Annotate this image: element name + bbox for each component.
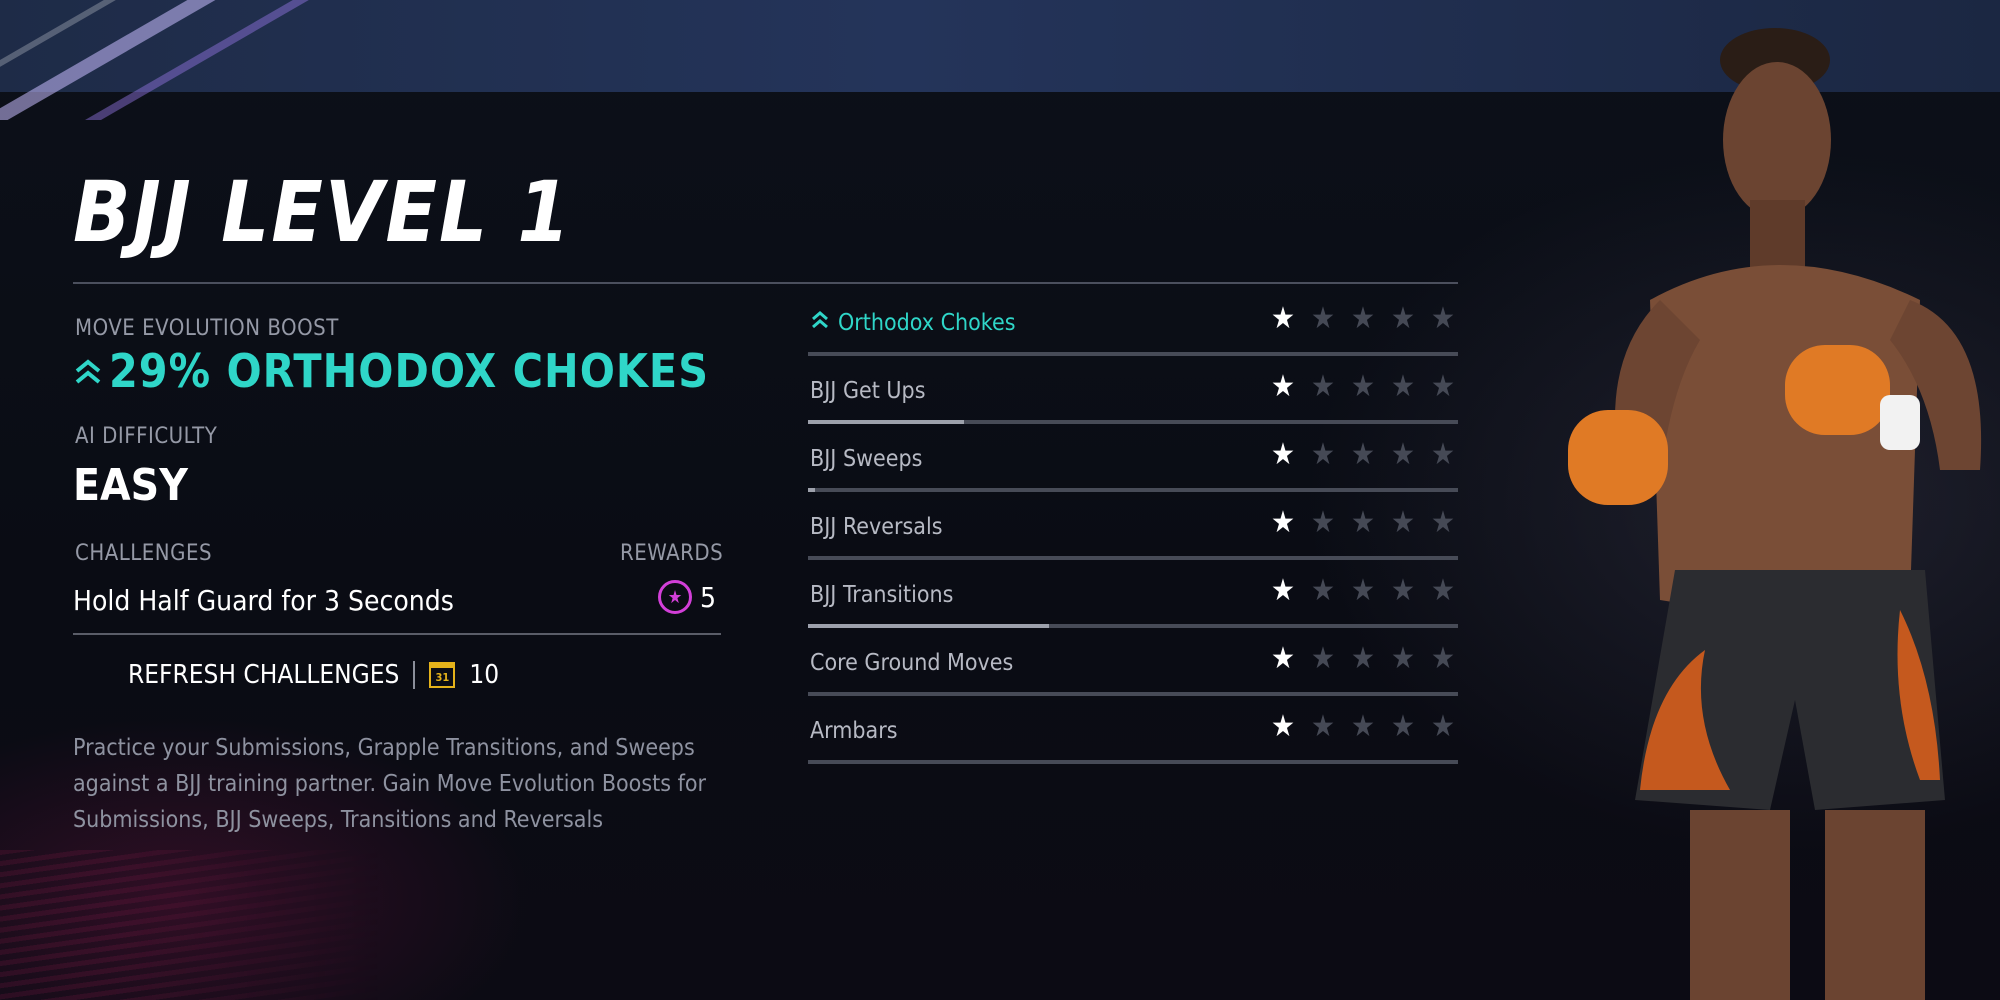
star-rating: ★ ★ ★ ★ ★ — [1268, 304, 1458, 334]
star-icon: ★ — [1310, 301, 1336, 336]
star-icon: ★ — [1390, 437, 1416, 472]
move-name-text: Orthodox Chokes — [838, 310, 1016, 336]
double-chevron-up-icon — [73, 344, 103, 398]
move-name: BJJ Sweeps — [810, 446, 922, 472]
star-icon: ★ — [1430, 573, 1456, 608]
star-icon: ★ — [1350, 709, 1376, 744]
star-icon: ★ — [1390, 505, 1416, 540]
move-row[interactable]: BJJ Transitions ★ ★ ★ ★ ★ — [808, 576, 1458, 650]
star-coin-icon: ★ — [658, 580, 692, 614]
star-icon: ★ — [1270, 301, 1296, 336]
star-rating: ★ ★ ★ ★ ★ — [1268, 644, 1458, 674]
move-row[interactable]: BJJ Reversals ★ ★ ★ ★ ★ — [808, 508, 1458, 582]
star-icon: ★ — [1350, 573, 1376, 608]
page-title: BJJ LEVEL 1 — [73, 163, 573, 261]
star-icon: ★ — [1310, 709, 1336, 744]
move-name: BJJ Get Ups — [810, 378, 925, 404]
decorative-streaks — [0, 0, 400, 120]
star-icon: ★ — [1310, 505, 1336, 540]
star-icon: ★ — [1350, 369, 1376, 404]
move-name-text: BJJ Get Ups — [810, 378, 926, 404]
move-row[interactable]: Orthodox Chokes ★ ★ ★ ★ ★ — [808, 304, 1458, 378]
star-icon: ★ — [1390, 573, 1416, 608]
progress-fill — [808, 488, 815, 492]
star-icon: ★ — [1270, 369, 1296, 404]
star-icon: ★ — [1270, 641, 1296, 676]
star-icon: ★ — [1350, 641, 1376, 676]
progress-track — [808, 420, 1458, 424]
mode-description: Practice your Submissions, Grapple Trans… — [73, 735, 707, 833]
progress-fill — [808, 624, 1049, 628]
move-name: Armbars — [810, 718, 898, 744]
star-icon: ★ — [1350, 301, 1376, 336]
star-icon: ★ — [1430, 505, 1456, 540]
star-rating: ★ ★ ★ ★ ★ — [1268, 712, 1458, 742]
reward-amount: 5 — [700, 580, 717, 614]
move-name-text: BJJ Reversals — [810, 514, 943, 540]
refresh-challenges-button[interactable]: REFRESH CHALLENGES 31 10 — [128, 660, 499, 690]
progress-track — [808, 352, 1458, 356]
star-icon: ★ — [1270, 709, 1296, 744]
star-rating: ★ ★ ★ ★ ★ — [1268, 440, 1458, 470]
star-icon: ★ — [1350, 505, 1376, 540]
star-rating: ★ ★ ★ ★ ★ — [1268, 508, 1458, 538]
move-row[interactable]: BJJ Get Ups ★ ★ ★ ★ ★ — [808, 372, 1458, 446]
refresh-label: REFRESH CHALLENGES — [128, 660, 400, 690]
move-name-text: BJJ Transitions — [810, 582, 954, 608]
star-icon: ★ — [1390, 641, 1416, 676]
star-icon: ★ — [1390, 301, 1416, 336]
star-icon: ★ — [1430, 369, 1456, 404]
move-row[interactable]: Armbars ★ ★ ★ ★ ★ — [808, 712, 1458, 786]
star-icon: ★ — [1310, 573, 1336, 608]
double-chevron-up-icon — [810, 310, 830, 336]
challenge-divider — [73, 633, 721, 635]
star-icon: ★ — [1390, 369, 1416, 404]
calendar-icon: 31 — [429, 662, 456, 688]
star-icon: ★ — [1270, 437, 1296, 472]
star-icon: ★ — [1430, 301, 1456, 336]
move-row[interactable]: Core Ground Moves ★ ★ ★ ★ ★ — [808, 644, 1458, 718]
move-row[interactable]: BJJ Sweeps ★ ★ ★ ★ ★ — [808, 440, 1458, 514]
star-icon: ★ — [1310, 369, 1336, 404]
star-icon: ★ — [1310, 437, 1336, 472]
decorative-stripes — [0, 850, 380, 1000]
challenges-label: CHALLENGES — [75, 541, 213, 566]
move-name: Orthodox Chokes — [810, 310, 1015, 336]
progress-track — [808, 692, 1458, 696]
progress-fill — [808, 420, 964, 424]
star-icon: ★ — [1390, 709, 1416, 744]
boost-label: MOVE EVOLUTION BOOST — [75, 316, 339, 341]
fighter-figure — [1568, 28, 1982, 1000]
star-icon: ★ — [1430, 641, 1456, 676]
star-icon: ★ — [1270, 505, 1296, 540]
difficulty-value: EASY — [73, 460, 188, 511]
star-icon: ★ — [1310, 641, 1336, 676]
move-name-text: BJJ Sweeps — [810, 446, 923, 472]
boost-text: 29% ORTHODOX CHOKES — [109, 344, 710, 398]
progress-track — [808, 556, 1458, 560]
star-rating: ★ ★ ★ ★ ★ — [1268, 372, 1458, 402]
star-icon: ★ — [1430, 709, 1456, 744]
star-rating: ★ ★ ★ ★ ★ — [1268, 576, 1458, 606]
move-name: BJJ Reversals — [810, 514, 943, 540]
difficulty-label: AI DIFFICULTY — [75, 424, 218, 449]
boost-value: 29% ORTHODOX CHOKES — [73, 344, 709, 398]
progress-track — [808, 760, 1458, 764]
refresh-cost: 10 — [469, 660, 500, 690]
move-name: Core Ground Moves — [810, 650, 1013, 676]
progress-track — [808, 624, 1458, 628]
star-icon: ★ — [1430, 437, 1456, 472]
separator — [413, 661, 416, 689]
challenge-item[interactable]: Hold Half Guard for 3 Seconds — [73, 584, 454, 617]
star-icon: ★ — [1270, 573, 1296, 608]
move-name-text: Armbars — [810, 718, 898, 744]
challenge-reward: ★ 5 — [658, 580, 716, 614]
title-divider — [73, 282, 1458, 284]
rewards-label: REWARDS — [620, 541, 724, 566]
move-name-text: Core Ground Moves — [810, 650, 1014, 676]
move-name: BJJ Transitions — [810, 582, 953, 608]
star-icon: ★ — [1350, 437, 1376, 472]
progress-track — [808, 488, 1458, 492]
